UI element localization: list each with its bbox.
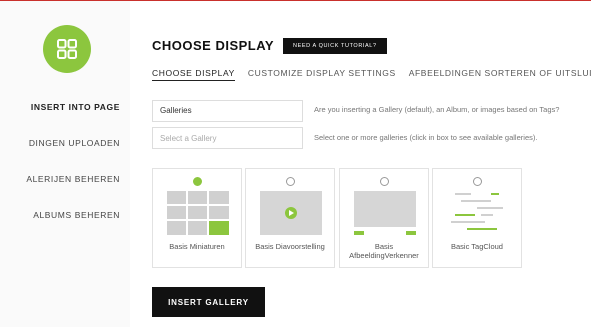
imagebrowser-preview-icon [354,191,416,235]
gallery-hint: Select one or more galleries (click in b… [314,133,538,142]
sidebar-item-manage-albums[interactable]: ALBUMS BEHEREN [33,210,120,220]
display-type-card-tagcloud[interactable]: Basic TagCloud [432,168,522,268]
sidebar-item-manage-galleries[interactable]: ALERIJEN BEHEREN [26,174,120,184]
display-type-label: Basic TagCloud [451,242,503,251]
display-type-label: Basis Miniaturen [169,242,225,251]
tagcloud-preview-icon [451,193,503,230]
source-select[interactable]: Galleries [152,100,303,122]
tab-choose-display[interactable]: CHOOSE DISPLAY [152,68,235,81]
main-panel: CHOOSE DISPLAY NEED A QUICK TUTORIAL? CH… [152,1,591,327]
insert-gallery-button[interactable]: INSERT GALLERY [152,287,265,317]
source-hint: Are you inserting a Gallery (default), a… [314,105,560,114]
display-type-card-slideshow[interactable]: Basis Diavoorstelling [245,168,335,268]
sidebar-item-insert-into-page[interactable]: INSERT INTO PAGE [31,102,120,112]
page-title: CHOOSE DISPLAY [152,38,275,53]
radio-slideshow[interactable] [286,177,295,186]
sidebar: INSERT INTO PAGE DINGEN UPLOADEN ALERIJE… [0,1,130,327]
sidebar-item-upload[interactable]: DINGEN UPLOADEN [29,138,120,148]
tab-bar: CHOOSE DISPLAY CUSTOMIZE DISPLAY SETTING… [152,68,591,81]
radio-tagcloud[interactable] [473,177,482,186]
display-type-label: Basis Diavoorstelling [255,242,325,251]
tab-customize-display-settings[interactable]: CUSTOMIZE DISPLAY SETTINGS [248,68,396,81]
logo [43,25,91,73]
grid-icon [57,39,77,59]
display-type-card-thumbnails[interactable]: Basis Miniaturen [152,168,242,268]
radio-thumbnails[interactable] [193,177,202,186]
tutorial-button[interactable]: NEED A QUICK TUTORIAL? [283,38,387,54]
slideshow-preview-icon [260,191,322,235]
thumbnails-preview-icon [167,191,229,235]
tab-sort-exclude-images[interactable]: AFBEELDINGEN SORTEREN OF UITSLUITEN [409,68,591,81]
display-type-card-imagebrowser[interactable]: Basis AfbeeldingVerkenner [339,168,429,268]
radio-imagebrowser[interactable] [380,177,389,186]
display-type-label: Basis AfbeeldingVerkenner [349,242,419,260]
gallery-select-input[interactable] [152,127,303,149]
